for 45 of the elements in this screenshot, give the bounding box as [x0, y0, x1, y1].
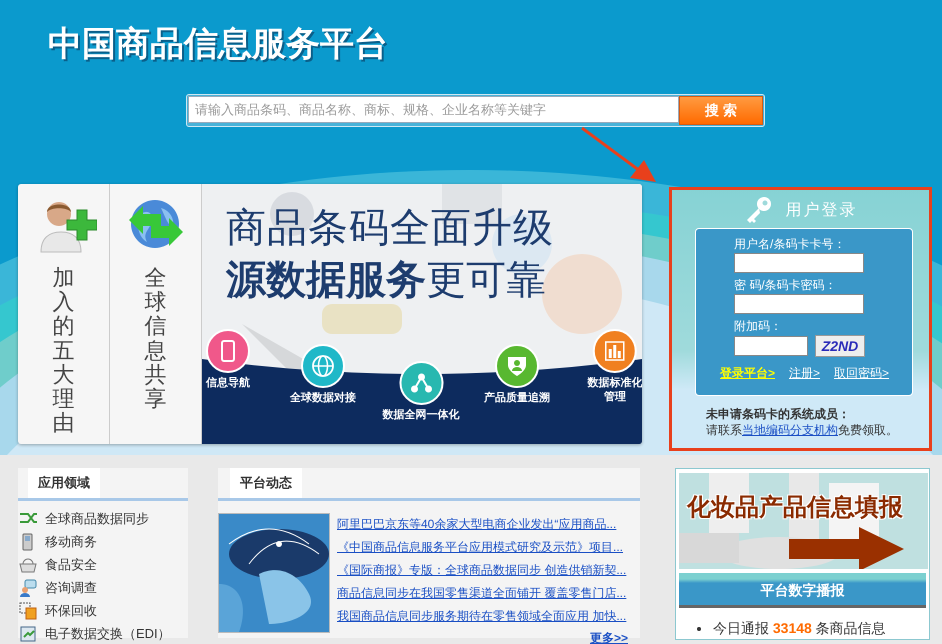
feature-label: 全球数据对接: [290, 391, 356, 405]
field-label: 用户名/条码卡卡号：: [734, 237, 846, 251]
captcha-field[interactable]: [734, 336, 808, 356]
bullet-icon: [697, 627, 701, 631]
news-link[interactable]: 阿里巴巴京东等40余家大型电商企业发出“应用商品...: [337, 517, 616, 531]
area-link[interactable]: 电子数据交换（EDI）: [45, 624, 171, 642]
feature-label: 信息导航: [206, 376, 250, 390]
area-link[interactable]: 食品安全: [45, 556, 97, 574]
area-link[interactable]: 移动商务: [45, 532, 97, 550]
input-field[interactable]: [734, 294, 864, 314]
area-link[interactable]: 咨询调查: [45, 578, 97, 596]
chat-person-icon: [19, 578, 37, 596]
news-link[interactable]: 《国际商报》专版：全球商品数据同步 创造供销新契...: [337, 563, 626, 577]
input-field[interactable]: [734, 253, 864, 273]
login-title: 用户登录: [786, 200, 858, 220]
basket-icon: [19, 556, 37, 574]
contact-text: 请联系当地编码分支机构免费领取。: [706, 423, 898, 437]
site-title: 中国商品信息服务平台: [48, 24, 388, 65]
share-icon: [409, 371, 433, 395]
bar-chart-icon: [603, 339, 627, 363]
side-link[interactable]: 全球信息共享: [144, 266, 166, 412]
more-link[interactable]: 更多>>: [590, 631, 628, 644]
banner-headline: 商品条码全面升级: [226, 205, 554, 252]
stat-text: 今日通报 33148 条商品信息: [713, 620, 886, 638]
area-link[interactable]: 全球商品数据同步: [45, 510, 149, 528]
captcha-image[interactable]: Z2ND: [815, 335, 865, 357]
note-text: 未申请条码卡的系统成员：: [706, 406, 851, 422]
news-link[interactable]: 《中国商品信息服务平台应用模式研究及示范》项目...: [337, 540, 624, 554]
section-title: 平台动态: [230, 468, 302, 498]
side-link[interactable]: 加入的五大理由: [52, 266, 74, 436]
field-label: 密 码/条码卡密码：: [734, 278, 838, 292]
area-link[interactable]: 环保回收: [45, 602, 97, 620]
news-link[interactable]: 我国商品信息同步服务期待在零售领域全面应用 加快...: [337, 609, 626, 623]
broadcast-header: 平台数字播报: [679, 573, 926, 608]
news-link[interactable]: 商品信息同步在我国零售渠道全面铺开 覆盖零售门店...: [337, 586, 626, 600]
banner-subline: 源数据服务更可靠: [226, 257, 546, 304]
feature-label: 数据全网一体化: [382, 408, 460, 422]
feature-label: 产品质量追溯: [484, 391, 550, 405]
search-field[interactable]: 请输入商品条码、商品名称、商标、规格、企业名称等关键字: [188, 96, 679, 123]
globe-icon: [311, 354, 335, 378]
shield-person-icon: [505, 354, 529, 378]
branch-link[interactable]: 当地编码分支机构: [742, 423, 838, 437]
section-title: 应用领域: [28, 468, 100, 498]
bin-icon: [19, 602, 37, 620]
field-label: 附加码：: [734, 319, 783, 333]
